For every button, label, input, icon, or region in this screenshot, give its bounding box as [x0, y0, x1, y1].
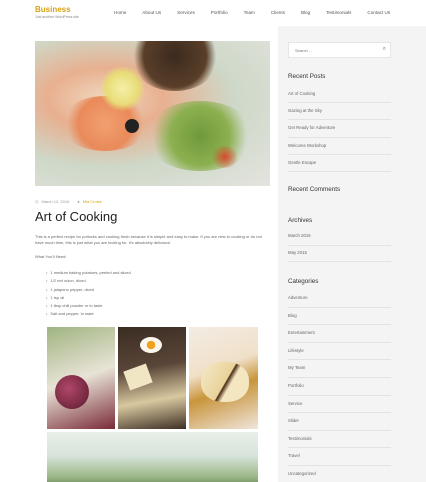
category-link[interactable]: Entertainment	[288, 325, 391, 343]
gallery-image-dessert[interactable]	[189, 327, 258, 429]
post-author[interactable]: Mia Cruise	[83, 199, 102, 204]
list-item: 1 medium baking potatoes, peeled and sli…	[46, 269, 270, 277]
list-item: 1 tbsp chili powder or to taste	[46, 302, 270, 310]
post-meta: ◷ March 12, 2016 ● Mia Cruise	[35, 199, 270, 204]
nav-item-blog[interactable]: Blog	[301, 10, 310, 15]
category-link[interactable]: Uncategorized	[288, 466, 391, 482]
featured-image[interactable]	[35, 41, 270, 186]
nav-item-services[interactable]: Services	[177, 10, 195, 15]
recent-comments-title: Recent Comments	[288, 186, 341, 193]
hero-lemon	[100, 66, 145, 111]
recent-post-link[interactable]: Gazing at the Sky	[288, 103, 391, 121]
category-link[interactable]: Testimonials	[288, 431, 391, 449]
recent-post-link[interactable]: Get Ready for Adventure	[288, 120, 391, 138]
gallery-image-garden[interactable]	[47, 432, 258, 482]
ingredients-list: 1 medium baking potatoes, peeled and sli…	[46, 269, 270, 319]
nav-item-home[interactable]: Home	[114, 10, 126, 15]
category-link[interactable]: Portfolio	[288, 378, 391, 396]
hero-olive	[125, 119, 139, 133]
clock-icon: ◷	[35, 199, 39, 204]
hero-tomato	[210, 146, 240, 168]
categories-list: Adventure Blog Entertainment Lifestyle M…	[288, 290, 391, 482]
categories-title: Categories	[288, 278, 319, 285]
list-item: Salt and pepper, to taste	[46, 310, 270, 318]
list-item: 1 jalapeno pepper, diced	[46, 286, 270, 294]
archives-title: Archives	[288, 217, 313, 224]
nav-item-about-us[interactable]: About Us	[142, 10, 161, 15]
site-tagline: Just another WordPress site	[35, 15, 79, 19]
search-icon[interactable]: ⌕	[383, 46, 386, 53]
onion-shape	[55, 375, 89, 409]
post-title[interactable]: Art of Cooking	[35, 209, 270, 224]
archives-list: March 2016 May 2015	[288, 229, 391, 262]
archive-link[interactable]: May 2015	[288, 246, 391, 262]
user-icon: ●	[77, 199, 80, 204]
recent-post-link[interactable]: Art of Cooking	[288, 86, 391, 104]
nav-item-portfolio[interactable]: Portfolio	[211, 10, 228, 15]
main-navigation: Home About Us Services Portfolio Team Cl…	[114, 10, 390, 15]
recent-posts-list: Art of Cooking Gazing at the Sky Get Rea…	[288, 86, 391, 172]
nav-item-testimonials[interactable]: Testimonials	[326, 10, 351, 15]
recent-post-link[interactable]: Gentle Escape	[288, 155, 391, 172]
post-article: ◷ March 12, 2016 ● Mia Cruise Art of Coo…	[35, 41, 270, 319]
list-item: 1 tsp oil	[46, 294, 270, 302]
category-link[interactable]: Slider	[288, 413, 391, 431]
search-box: ⌕	[288, 42, 391, 58]
post-excerpt: This is a perfect recipe for potlucks an…	[35, 234, 262, 245]
nav-item-clients[interactable]: Clients	[271, 10, 285, 15]
category-link[interactable]: Lifestyle	[288, 343, 391, 361]
gallery-image-pasta[interactable]	[118, 327, 186, 429]
recent-post-link[interactable]: Welcome Workshop	[288, 138, 391, 155]
category-link[interactable]: Service	[288, 396, 391, 414]
dessert-roll-shape	[201, 362, 249, 402]
gallery-image-vegetables[interactable]	[47, 327, 115, 429]
search-input[interactable]	[295, 48, 375, 53]
site-header: Business Just another WordPress site Hom…	[0, 0, 426, 26]
list-item: 1/2 red onion, diced	[46, 277, 270, 285]
category-link[interactable]: Blog	[288, 308, 391, 326]
recent-posts-title: Recent Posts	[288, 73, 326, 80]
category-link[interactable]: Travel	[288, 448, 391, 466]
egg-shape	[140, 337, 162, 353]
nav-item-team[interactable]: Team	[244, 10, 255, 15]
nav-item-contact-us[interactable]: Contact Us	[367, 10, 390, 15]
sidebar: ⌕ Recent Posts Art of Cooking Gazing at …	[278, 26, 426, 482]
category-link[interactable]: My Team	[288, 360, 391, 378]
site-title[interactable]: Business	[35, 5, 79, 14]
category-link[interactable]: Adventure	[288, 290, 391, 308]
cheese-shape	[123, 363, 153, 391]
ingredients-heading: What You'll Need:	[35, 254, 67, 259]
site-brand[interactable]: Business Just another WordPress site	[35, 5, 79, 19]
archive-link[interactable]: March 2016	[288, 229, 391, 246]
post-date[interactable]: March 12, 2016	[42, 199, 70, 204]
